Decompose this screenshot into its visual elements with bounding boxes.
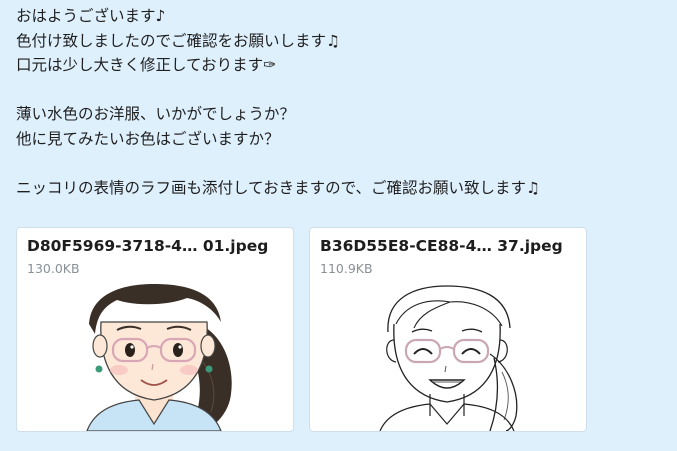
message-line: おはようございます♪ <box>16 7 166 25</box>
attachment-card-sketch[interactable]: B36D55E8-CE88-4… 37.jpeg 110.9KB <box>309 227 587 432</box>
attachment-filename: D80F5969-3718-4… 01.jpeg <box>27 237 269 255</box>
attachment-filesize: 110.9KB <box>320 261 373 276</box>
message-line: 色付け致しましたのでご確認をお願いします♫ <box>16 31 340 50</box>
line-sketch-thumbnail <box>379 285 518 431</box>
message-line: 薄い水色のお洋服、いかがでしょうか？ <box>16 105 296 123</box>
attachment-filename: B36D55E8-CE88-4… 37.jpeg <box>320 237 563 255</box>
attachment-card-colored[interactable]: D80F5969-3718-4… 01.jpeg 130.0KB <box>16 227 294 432</box>
chat-message: おはようございます♪ 色付け致しましたのでご確認をお願いします♫ 口元は少し大き… <box>16 4 540 200</box>
attachment-filesize: 130.0KB <box>27 261 80 276</box>
message-line: ニッコリの表情のラフ画も添付しておきますので、ご確認お願い致します♫ <box>16 178 540 197</box>
message-line: 口元は少し大きく修正しております✑ <box>16 56 277 74</box>
message-line: 他に見てみたいお色はございますか？ <box>16 129 280 148</box>
colored-illustration-thumbnail <box>86 284 232 431</box>
